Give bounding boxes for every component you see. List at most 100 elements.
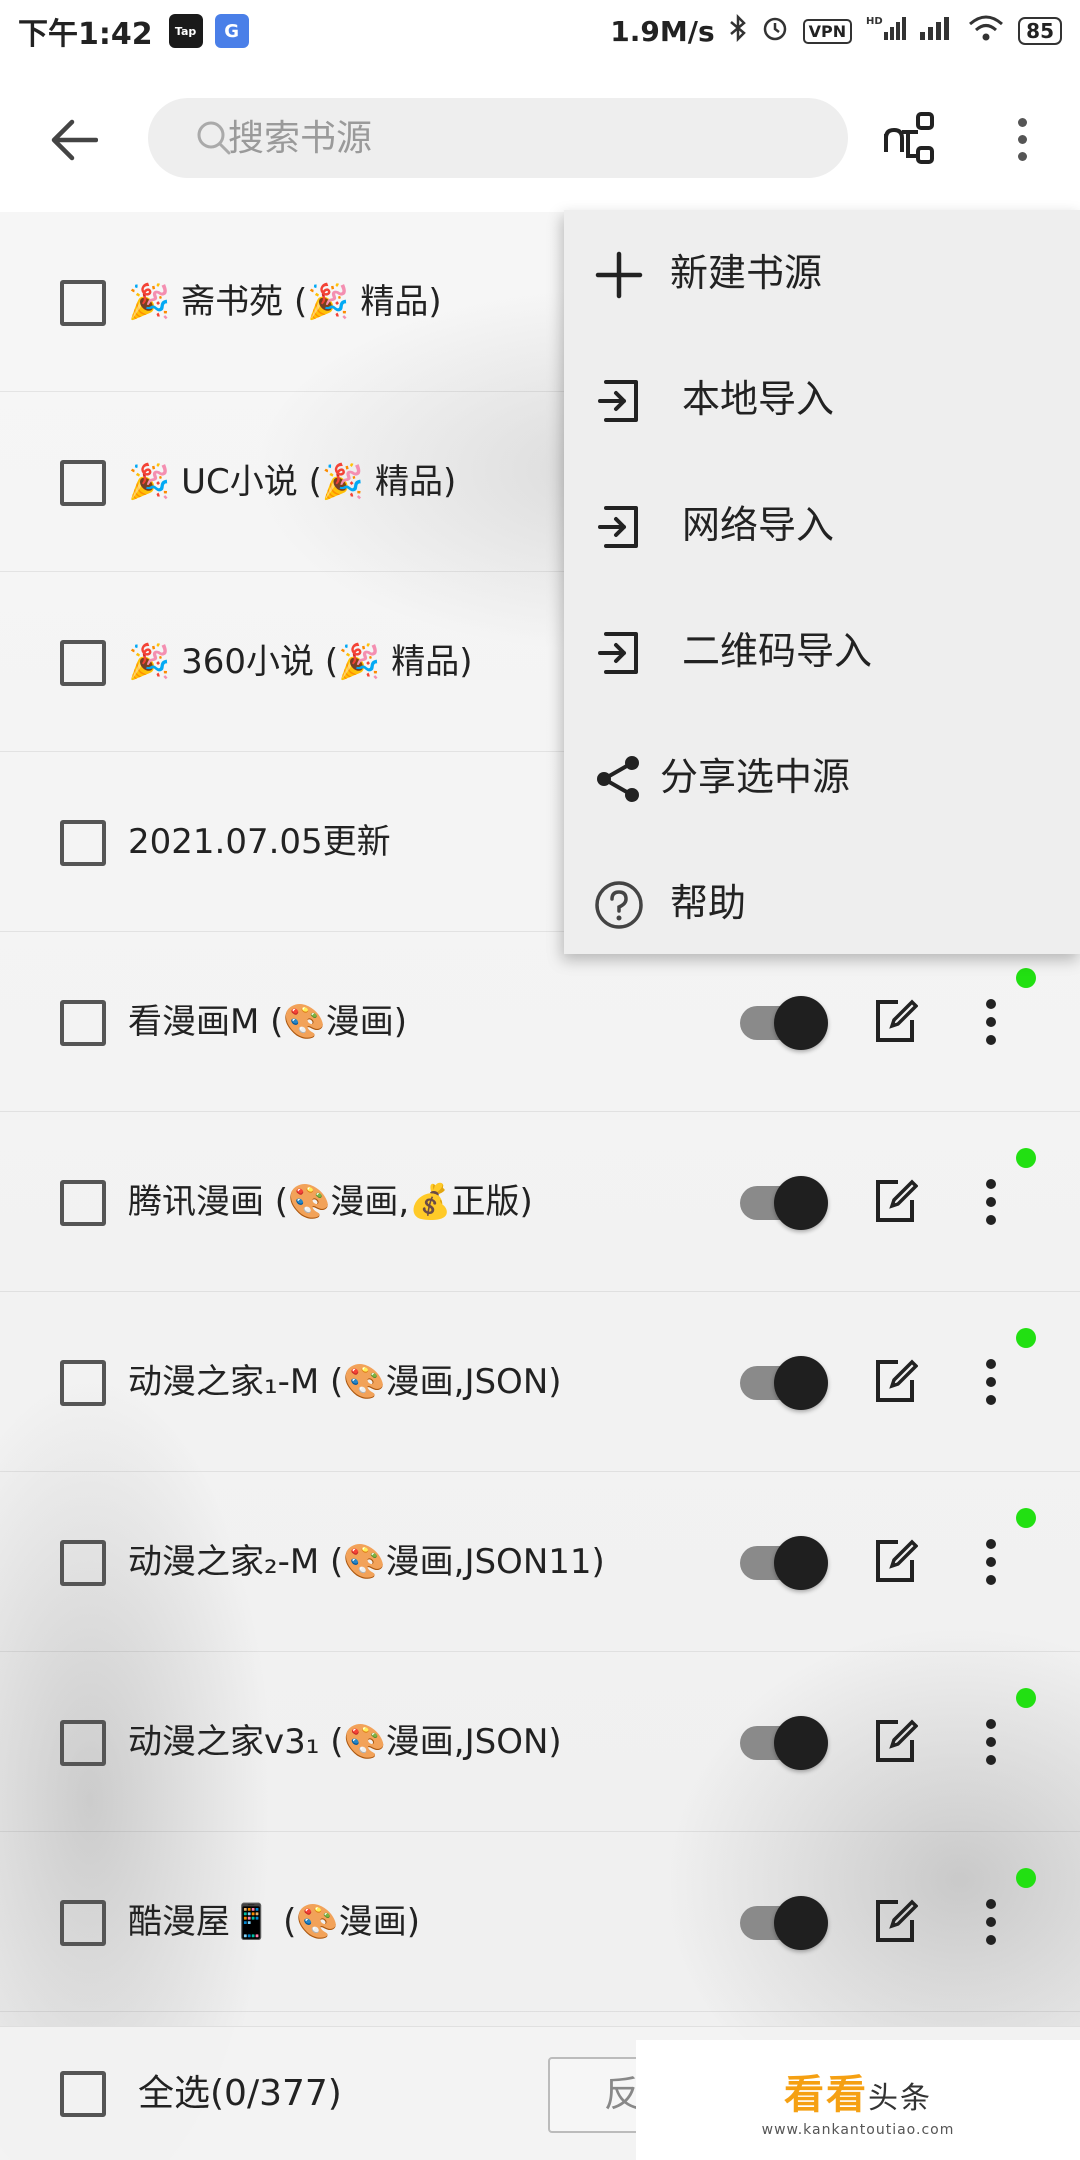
toggle-thumb [774, 1176, 828, 1230]
source-row[interactable]: 动漫之家₁-M (🎨漫画,JSON) [0, 1292, 1080, 1472]
edit-button[interactable] [872, 998, 919, 1044]
dot-icon [986, 1539, 996, 1549]
translate-app-icon: G [214, 14, 249, 48]
status-indicator [1016, 1868, 1036, 1888]
back-button[interactable] [44, 110, 104, 170]
toggle-thumb [774, 1896, 828, 1950]
menu-item-label: 帮助 [670, 881, 747, 925]
source-row[interactable]: 腾讯漫画 (🎨漫画,💰正版) [0, 1112, 1080, 1292]
select-all-label: 全选(0/377) [138, 2073, 342, 2114]
source-row[interactable]: 动漫之家v3₁ (🎨漫画,JSON) [0, 1652, 1080, 1832]
row-more-button[interactable] [976, 992, 1006, 1052]
edit-icon [876, 1539, 919, 1582]
source-row[interactable]: 酷漫屋📱 (🎨漫画) [0, 1832, 1080, 2012]
enable-toggle[interactable] [740, 1356, 828, 1410]
search-bar[interactable] [148, 98, 848, 178]
enable-toggle[interactable] [740, 1536, 828, 1590]
menu-item-help[interactable]: 帮助 [564, 840, 1080, 966]
menu-item-label: 网络导入 [682, 503, 835, 547]
source-name: 动漫之家v3₁ (🎨漫画,JSON) [128, 1722, 562, 1762]
dot-icon [986, 1359, 996, 1369]
edit-button[interactable] [872, 1538, 919, 1584]
enable-toggle[interactable] [740, 1176, 828, 1230]
enable-toggle[interactable] [740, 996, 828, 1050]
menu-item-qrcode-import[interactable]: 二维码导入 [564, 588, 1080, 714]
edit-icon [876, 1899, 919, 1942]
dot-icon [986, 1377, 996, 1387]
edit-button[interactable] [872, 1718, 919, 1764]
dot-icon [986, 1755, 996, 1765]
wifi-icon [968, 14, 1004, 49]
dot-icon [1017, 151, 1027, 161]
dot-icon [1017, 134, 1027, 144]
help-icon [594, 880, 644, 930]
dot-icon [986, 1935, 996, 1945]
status-time: 下午1:42 [18, 17, 153, 52]
row-more-button[interactable] [976, 1892, 1006, 1952]
import-icon [594, 628, 644, 678]
dot-icon [986, 1179, 996, 1189]
menu-item-new-source[interactable]: 新建书源 [564, 210, 1080, 336]
row-checkbox[interactable] [60, 280, 106, 326]
row-checkbox[interactable] [60, 1900, 106, 1946]
dot-icon [986, 1575, 996, 1585]
row-checkbox[interactable] [60, 1180, 106, 1226]
source-name: 动漫之家₂-M (🎨漫画,JSON11) [128, 1542, 605, 1582]
dot-icon [986, 1035, 996, 1045]
row-more-button[interactable] [976, 1712, 1006, 1772]
enable-toggle[interactable] [740, 1716, 828, 1770]
watermark-url: www.kankantoutiao.com [761, 2122, 955, 2138]
row-more-button[interactable] [976, 1172, 1006, 1232]
source-name: 🎉 UC小说 (🎉 精品) [128, 462, 457, 502]
dot-icon [986, 1395, 996, 1405]
hd-signal-icon: HD [866, 14, 907, 49]
row-more-button[interactable] [976, 1352, 1006, 1412]
menu-item-label: 分享选中源 [660, 755, 851, 799]
toggle-thumb [774, 1356, 828, 1410]
network-speed: 1.9M/s [610, 14, 715, 48]
row-checkbox[interactable] [60, 820, 106, 866]
enable-toggle[interactable] [740, 1896, 828, 1950]
search-icon [196, 120, 232, 160]
source-name: 看漫画M (🎨漫画) [128, 1002, 408, 1042]
group-button[interactable] [880, 108, 942, 170]
edit-icon [876, 999, 919, 1042]
source-name: 2021.07.05更新 [128, 822, 391, 862]
row-checkbox[interactable] [60, 1540, 106, 1586]
row-checkbox[interactable] [60, 1000, 106, 1046]
edit-button[interactable] [872, 1178, 919, 1224]
dot-icon [986, 999, 996, 1009]
menu-item-local-import[interactable]: 本地导入 [564, 336, 1080, 462]
row-checkbox[interactable] [60, 1360, 106, 1406]
source-name: 腾讯漫画 (🎨漫画,💰正版) [128, 1182, 533, 1222]
row-checkbox[interactable] [60, 1720, 106, 1766]
source-name: 🎉 360小说 (🎉 精品) [128, 642, 473, 682]
dot-icon [986, 1899, 996, 1909]
search-input[interactable] [228, 117, 788, 159]
menu-item-label: 本地导入 [682, 377, 835, 421]
source-row[interactable]: 动漫之家₂-M (🎨漫画,JSON11) [0, 1472, 1080, 1652]
menu-item-share-selected[interactable]: 分享选中源 [564, 714, 1080, 840]
edit-button[interactable] [872, 1358, 919, 1404]
source-name: 动漫之家₁-M (🎨漫画,JSON) [128, 1362, 562, 1402]
status-indicator [1016, 1508, 1036, 1528]
dot-icon [1017, 117, 1027, 127]
row-more-button[interactable] [976, 1532, 1006, 1592]
share-icon [594, 754, 644, 804]
row-checkbox[interactable] [60, 460, 106, 506]
edit-button[interactable] [872, 1898, 919, 1944]
menu-item-network-import[interactable]: 网络导入 [564, 462, 1080, 588]
vpn-badge: VPN [802, 18, 853, 44]
toggle-thumb [774, 1716, 828, 1770]
watermark-brand: 看看头条 [784, 2062, 932, 2120]
dot-icon [986, 1197, 996, 1207]
row-checkbox[interactable] [60, 640, 106, 686]
menu-item-label: 新建书源 [670, 251, 823, 295]
dot-icon [986, 1017, 996, 1027]
top-app-bar [0, 62, 1080, 212]
status-indicator [1016, 1688, 1036, 1708]
select-all-checkbox[interactable] [60, 2071, 106, 2117]
more-options-button[interactable] [1000, 108, 1044, 170]
source-name: 🎉 斋书苑 (🎉 精品) [128, 282, 442, 322]
bluetooth-icon [729, 13, 747, 49]
